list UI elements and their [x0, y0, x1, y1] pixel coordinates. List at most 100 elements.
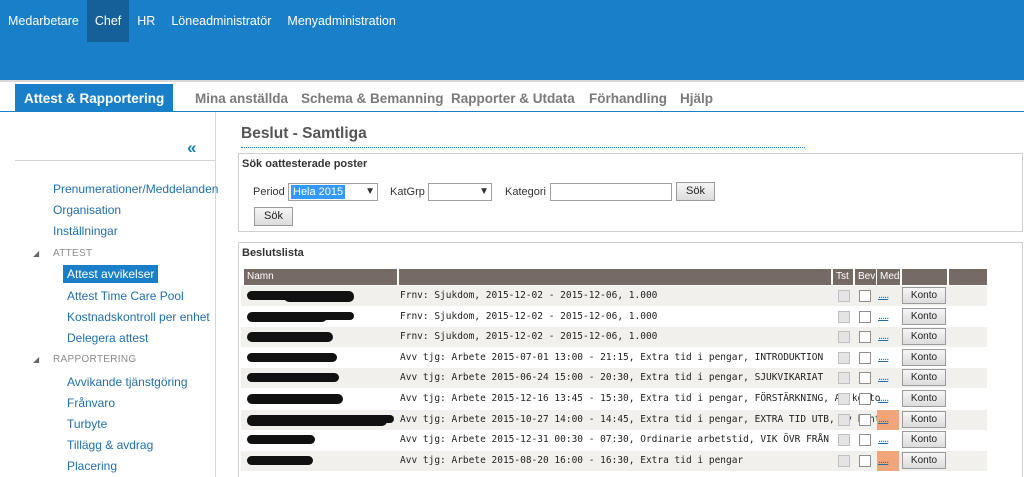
tab-schema-bemanning[interactable]: Schema & Bemanning — [301, 84, 444, 112]
med-link[interactable]: ..... — [878, 289, 889, 301]
tst-checkbox[interactable] — [838, 290, 850, 302]
konto-button[interactable]: Konto — [902, 287, 946, 304]
kategori-input[interactable] — [550, 183, 672, 201]
decision-list-title: Beslutslista — [242, 247, 304, 259]
bev-checkbox[interactable] — [859, 290, 871, 302]
med-link[interactable]: ..... — [878, 392, 889, 404]
kategori-label: Kategori — [505, 186, 546, 198]
table-row: Frnv: Sjukdom, 2015-12-02 - 2015-12-06, … — [241, 286, 987, 306]
med-cell: ..... — [877, 327, 899, 347]
tst-checkbox[interactable] — [838, 372, 850, 385]
table-row: Avv tjg: Arbete 2015-07-01 13:00 - 21:15… — [241, 348, 987, 368]
redaction-mark — [294, 311, 354, 320]
med-link[interactable]: ..... — [878, 454, 889, 466]
tst-checkbox[interactable] — [838, 434, 850, 447]
tst-checkbox[interactable] — [838, 310, 850, 323]
search-button[interactable]: Sök — [254, 207, 293, 226]
bev-checkbox[interactable] — [859, 351, 871, 364]
sidebar-item-organisation[interactable]: Organisation — [53, 203, 121, 217]
med-link[interactable]: ..... — [878, 310, 889, 322]
redacted-name-link[interactable] — [244, 332, 394, 343]
redacted-name-link[interactable] — [244, 291, 394, 302]
collapse-triangle-icon[interactable]: ◢ — [33, 355, 39, 364]
redaction-mark — [284, 291, 354, 302]
tab-mina-anstallda[interactable]: Mina anställda — [195, 84, 288, 112]
sidebar-item-tillagg-avdrag[interactable]: Tillägg & avdrag — [67, 438, 153, 452]
sidebar-item-kostnadskontroll[interactable]: Kostnadskontroll per enhet — [67, 310, 210, 324]
konto-button[interactable]: Konto — [902, 328, 946, 346]
sidebar-item-placering[interactable]: Placering — [67, 459, 117, 473]
collapse-triangle-icon[interactable]: ◢ — [33, 249, 39, 258]
katgrp-select[interactable]: ▼ — [428, 183, 492, 201]
redacted-name-link[interactable] — [244, 435, 394, 445]
redaction-mark — [247, 332, 333, 343]
period-select[interactable]: Hela 2015 ▼ — [288, 183, 378, 201]
bev-checkbox[interactable] — [859, 331, 871, 344]
tab-forhandling[interactable]: Förhandling — [589, 84, 667, 112]
title-underline — [241, 147, 805, 148]
row-description: Frnv: Sjukdom, 2015-12-02 - 2015-12-06, … — [400, 310, 658, 322]
med-link[interactable]: ..... — [878, 330, 889, 342]
top-nav-chef[interactable]: Chef — [86, 0, 130, 42]
column-header-namn: Namn — [244, 269, 397, 285]
med-cell: ..... — [877, 409, 899, 430]
redacted-name-link[interactable] — [244, 311, 394, 322]
column-header-tst: Tst — [833, 269, 853, 285]
redaction-mark — [247, 455, 313, 465]
tab-attest-rapportering[interactable]: Attest & Rapportering — [15, 84, 174, 112]
row-description: Avv tjg: Arbete 2015-08-20 16:00 - 16:30… — [400, 454, 744, 466]
sidebar-item-turbyte[interactable]: Turbyte — [67, 417, 107, 431]
top-nav-menyadministration[interactable]: Menyadministration — [279, 0, 403, 42]
redacted-name-link[interactable] — [244, 455, 394, 466]
column-header-konto — [902, 269, 947, 285]
redacted-name-link[interactable] — [244, 414, 394, 426]
bev-checkbox[interactable] — [859, 372, 871, 385]
konto-button[interactable]: Konto — [902, 348, 946, 366]
med-link[interactable]: ..... — [878, 413, 889, 425]
row-description: Avv tjg: Arbete 2015-06-24 15:00 - 20:30… — [400, 372, 824, 384]
row-description: Frnv: Sjukdom, 2015-12-02 - 2015-12-06, … — [400, 331, 658, 343]
tst-checkbox[interactable] — [838, 331, 850, 344]
konto-button[interactable]: Konto — [902, 390, 946, 407]
redaction-mark — [247, 394, 343, 404]
sidebar-item-avvikande-tjanstgoring[interactable]: Avvikande tjänstgöring — [67, 375, 188, 389]
bev-checkbox[interactable] — [859, 413, 871, 426]
redacted-name-link[interactable] — [244, 394, 394, 404]
row-description: Avv tjg: Arbete 2015-07-01 13:00 - 21:15… — [400, 351, 824, 363]
tst-checkbox[interactable] — [838, 454, 850, 467]
konto-button[interactable]: Konto — [902, 307, 946, 325]
med-link[interactable]: ..... — [878, 371, 889, 383]
med-link[interactable]: ..... — [878, 351, 889, 363]
sidebar-item-delegera-attest[interactable]: Delegera attest — [67, 331, 148, 345]
bev-checkbox[interactable] — [859, 393, 871, 405]
sidebar-item-prenumerationer[interactable]: Prenumerationer/Meddelanden — [53, 182, 218, 196]
med-link[interactable]: ..... — [878, 433, 889, 445]
bev-checkbox[interactable] — [859, 434, 871, 447]
bev-checkbox[interactable] — [859, 310, 871, 323]
bev-checkbox[interactable] — [859, 454, 871, 467]
sidebar-item-installningar[interactable]: Inställningar — [53, 224, 118, 238]
table-row: Frnv: Sjukdom, 2015-12-02 - 2015-12-06, … — [241, 327, 987, 348]
tab-hjalp[interactable]: Hjälp — [680, 84, 713, 112]
top-nav-hr[interactable]: HR — [129, 0, 163, 42]
konto-button[interactable]: Konto — [902, 410, 946, 428]
redacted-name-link[interactable] — [244, 352, 394, 363]
tst-checkbox[interactable] — [838, 393, 850, 405]
sidebar-item-attest-avvikelser[interactable]: Attest avvikelser — [63, 265, 159, 283]
redaction-mark — [247, 352, 337, 362]
collapse-sidebar-icon[interactable]: « — [187, 138, 196, 158]
top-nav-loneadministrator[interactable]: Löneadministratör — [163, 0, 279, 42]
sidebar-item-attest-time-care-pool[interactable]: Attest Time Care Pool — [67, 289, 184, 303]
konto-button[interactable]: Konto — [902, 369, 946, 387]
med-cell: ..... — [877, 389, 899, 409]
sidebar-item-franvaro[interactable]: Frånvaro — [67, 396, 115, 410]
tst-checkbox[interactable] — [838, 413, 850, 426]
top-header: Medarbetare Chef HR Löneadministratör Me… — [0, 0, 1024, 82]
search-button-inline[interactable]: Sök — [676, 182, 715, 201]
tab-rapporter-utdata[interactable]: Rapporter & Utdata — [451, 84, 575, 112]
konto-button[interactable]: Konto — [902, 451, 946, 469]
top-nav-medarbetare[interactable]: Medarbetare — [0, 0, 87, 42]
redacted-name-link[interactable] — [244, 373, 394, 383]
tst-checkbox[interactable] — [838, 351, 850, 364]
konto-button[interactable]: Konto — [902, 431, 946, 449]
